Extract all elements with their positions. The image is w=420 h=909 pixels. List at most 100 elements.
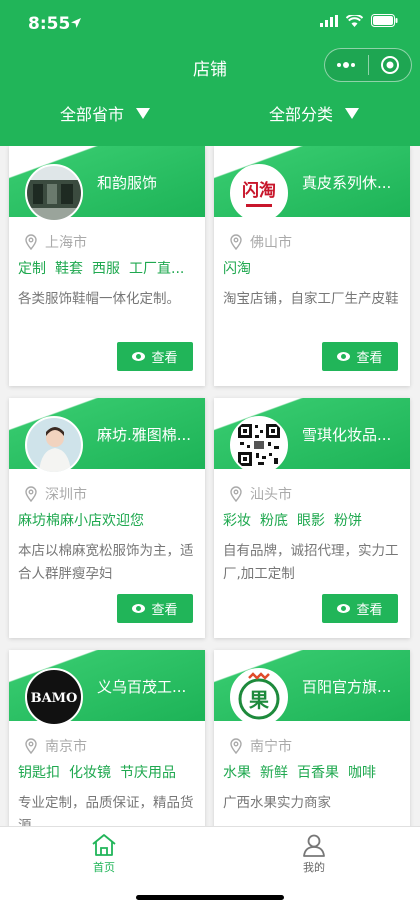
shop-card[interactable]: BAMO 义乌百茂工... 南京市 钥匙扣 化妆镜 节庆用品 专业定制，品质保证，精… [9, 650, 205, 826]
shop-avatar: 果 [230, 668, 288, 726]
location-pin-icon [25, 486, 37, 502]
target-icon [380, 56, 399, 74]
shop-name: 和韵服饰 [97, 174, 158, 192]
shop-name: 真皮系列休... [302, 174, 392, 192]
shop-city: 深圳市 [25, 484, 87, 504]
user-icon [303, 834, 325, 857]
tag: 新鲜 [260, 765, 288, 781]
wifi-icon [346, 14, 363, 27]
shop-avatar [230, 416, 288, 474]
location-pin-icon [230, 234, 242, 250]
shop-tags: 彩妆 粉底 眼影 粉饼 [223, 510, 407, 530]
view-button[interactable]: 查看 [117, 342, 193, 371]
location-arrow-icon [71, 18, 81, 28]
dropdown-triangle-icon [345, 107, 360, 119]
tag: 闪淘 [223, 261, 251, 277]
location-pin-icon [25, 234, 37, 250]
shop-city: 佛山市 [230, 232, 292, 252]
tag: 水果 [223, 765, 251, 781]
tag: 百香果 [297, 765, 339, 781]
more-button[interactable] [325, 49, 368, 81]
view-button-label: 查看 [151, 351, 178, 366]
shop-card[interactable]: 和韵服饰 上海市 定制 鞋套 西服 工厂直... 各类服饰鞋帽一体化定制。 查看 [9, 146, 205, 386]
shop-description: 本店以棉麻宽松服饰为主，适合人群胖瘦孕妇 [18, 543, 194, 582]
eye-icon [132, 604, 146, 613]
tag: 节庆用品 [120, 765, 176, 781]
tag: 麻坊棉麻小店欢迎您 [18, 513, 144, 529]
province-filter[interactable]: 全部省市 [60, 101, 151, 125]
battery-icon [371, 14, 398, 27]
shop-avatar [25, 416, 83, 474]
city-label: 上海市 [45, 235, 87, 251]
view-button-label: 查看 [151, 603, 178, 618]
shop-tags: 麻坊棉麻小店欢迎您 [18, 510, 202, 530]
mini-program-capsule [324, 48, 412, 82]
view-button[interactable]: 查看 [322, 342, 398, 371]
tag: 粉底 [260, 513, 288, 529]
dropdown-triangle-icon [136, 107, 151, 119]
shop-description: 淘宝店铺，自家工厂生产皮鞋 [223, 291, 399, 307]
city-label: 深圳市 [45, 487, 87, 503]
tag: 咖啡 [348, 765, 376, 781]
shop-card[interactable]: 雪琪化妆品... 汕头市 彩妆 粉底 眼影 粉饼 自有品牌，诚招代理，实力工厂,加工定… [214, 398, 410, 638]
eye-icon [337, 604, 351, 613]
tab-home-label: 首页 [93, 861, 115, 874]
home-icon [92, 834, 116, 856]
tag: 钥匙扣 [18, 765, 60, 781]
avatar-logo-text: BAMO [31, 691, 78, 706]
shop-name: 雪琪化妆品... [302, 426, 392, 444]
shop-card[interactable]: 麻坊.雅图棉... 深圳市 麻坊棉麻小店欢迎您 本店以棉麻宽松服饰为主，适合人群… [9, 398, 205, 638]
shop-list[interactable]: 和韵服饰 上海市 定制 鞋套 西服 工厂直... 各类服饰鞋帽一体化定制。 查看 闪淘… [0, 146, 420, 826]
location-pin-icon [230, 486, 242, 502]
shop-tags: 水果 新鲜 百香果 咖啡 [223, 762, 407, 782]
shop-avatar: 闪淘 [230, 164, 288, 222]
shop-avatar [25, 164, 83, 222]
tag: 定制 [18, 261, 46, 277]
location-pin-icon [25, 738, 37, 754]
shop-city: 上海市 [25, 232, 87, 252]
woman-portrait-photo-icon [27, 418, 81, 472]
tag: 西服 [92, 261, 120, 277]
status-time: 8:55 [28, 14, 71, 34]
category-filter-label: 全部分类 [269, 105, 334, 124]
fruit-logo-icon: 果 [232, 670, 286, 724]
tag: 化妆镜 [69, 765, 111, 781]
shan-tao-logo-icon: 闪淘 [232, 166, 286, 220]
shop-city: 南京市 [25, 736, 87, 756]
status-bar: 8:55 [0, 0, 420, 44]
shop-card[interactable]: 闪淘 真皮系列休... 佛山市 闪淘 淘宝店铺，自家工厂生产皮鞋 查看 [214, 146, 410, 386]
shop-description: 广西水果实力商家 [223, 795, 331, 811]
tab-home[interactable]: 首页 [74, 833, 134, 875]
home-indicator [136, 895, 284, 900]
avatar-logo-text: 闪淘 [242, 180, 276, 201]
shop-description: 各类服饰鞋帽一体化定制。 [18, 291, 180, 307]
location-pin-icon [230, 738, 242, 754]
city-label: 南宁市 [250, 739, 292, 755]
category-filter[interactable]: 全部分类 [269, 101, 360, 125]
tag: 鞋套 [55, 261, 83, 277]
avatar-logo-text: 果 [249, 688, 269, 712]
shop-city: 汕头市 [230, 484, 292, 504]
bamo-logo-icon: BAMO [27, 670, 81, 724]
view-button-label: 查看 [356, 351, 383, 366]
shop-name: 义乌百茂工... [97, 678, 187, 696]
building-photo-icon [27, 166, 81, 220]
view-button[interactable]: 查看 [117, 594, 193, 623]
signal-icon [320, 14, 338, 27]
tab-mine[interactable]: 我的 [284, 833, 344, 875]
city-label: 汕头市 [250, 487, 292, 503]
shop-card[interactable]: 果 百阳官方旗... 南宁市 水果 新鲜 百香果 咖啡 广西水果实力商家 [214, 650, 410, 826]
shop-name: 麻坊.雅图棉... [97, 426, 192, 444]
header: 8:55 店铺 全部省市 全部分类 [0, 0, 420, 146]
shop-tags: 闪淘 [223, 258, 407, 278]
eye-icon [337, 352, 351, 361]
view-button[interactable]: 查看 [322, 594, 398, 623]
close-button[interactable] [369, 49, 412, 81]
city-label: 南京市 [45, 739, 87, 755]
shop-name: 百阳官方旗... [302, 678, 392, 696]
shop-tags: 钥匙扣 化妆镜 节庆用品 [18, 762, 202, 782]
status-icons [320, 14, 398, 27]
tag: 彩妆 [223, 513, 251, 529]
shop-city: 南宁市 [230, 736, 292, 756]
shop-description: 自有品牌，诚招代理，实力工厂,加工定制 [223, 543, 399, 582]
